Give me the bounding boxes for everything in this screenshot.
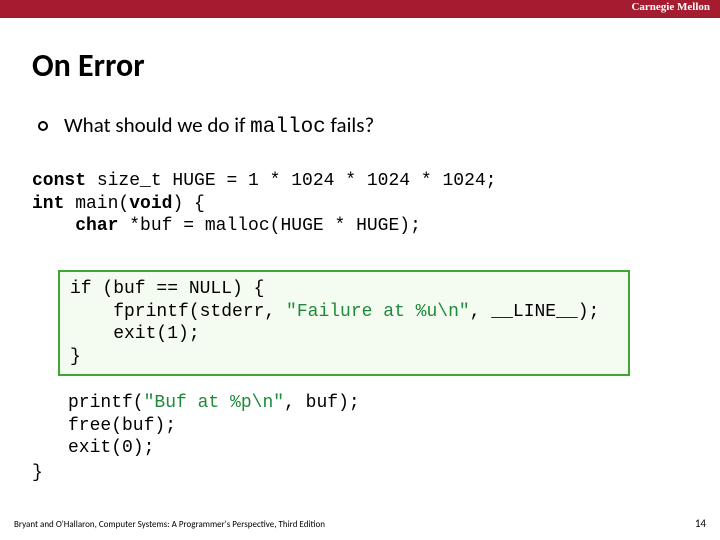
code-text: main( xyxy=(64,194,129,214)
highlighted-code-box: if (buf == NULL) { fprintf(stderr, "Fail… xyxy=(58,270,630,376)
code-block-tail: printf("Buf at %p\n", buf); free(buf); e… xyxy=(68,392,360,460)
kw-char: char xyxy=(75,216,118,236)
code-text: size_t HUGE = 1 * 1024 * 1024 * 1024; xyxy=(86,171,496,191)
code-indent xyxy=(32,216,75,236)
kw-int: int xyxy=(32,194,64,214)
code-line: exit(0); xyxy=(68,438,154,458)
kw-const: const xyxy=(32,171,86,191)
bullet-text: What should we do if malloc fails? xyxy=(64,112,374,139)
bullet-item: What should we do if malloc fails? xyxy=(38,112,374,139)
bullet-mono: malloc xyxy=(250,116,326,139)
code-line: exit(1); xyxy=(70,324,200,344)
closing-brace: } xyxy=(32,463,43,483)
string-literal: "Buf at %p\n" xyxy=(144,393,284,413)
kw-void: void xyxy=(129,194,172,214)
code-line: if (buf == NULL) { xyxy=(70,279,264,299)
bullet-suffix: fails? xyxy=(326,112,374,138)
header-bar: Carnegie Mellon xyxy=(0,0,720,18)
code-text: *buf = malloc(HUGE * HUGE); xyxy=(118,216,420,236)
slide-title: On Error xyxy=(32,46,145,85)
code-text: ) { xyxy=(172,194,204,214)
code-block-decl: const size_t HUGE = 1 * 1024 * 1024 * 10… xyxy=(32,170,496,238)
code-block-if: if (buf == NULL) { fprintf(stderr, "Fail… xyxy=(70,278,618,368)
code-text: printf( xyxy=(68,393,144,413)
string-literal: "Failure at %u\n" xyxy=(286,302,470,322)
page-number: 14 xyxy=(695,517,706,530)
slide: Carnegie Mellon On Error What should we … xyxy=(0,0,720,540)
code-line: free(buf); xyxy=(68,416,176,436)
bullet-prefix: What should we do if xyxy=(64,112,250,138)
code-text: fprintf(stderr, xyxy=(70,302,286,322)
footer-citation: Bryant and O'Hallaron, Computer Systems:… xyxy=(14,519,325,530)
code-line: } xyxy=(70,347,81,367)
code-text: , buf); xyxy=(284,393,360,413)
brand-label: Carnegie Mellon xyxy=(631,1,710,13)
code-text: , __LINE__); xyxy=(470,302,600,322)
bullet-icon xyxy=(38,121,48,131)
